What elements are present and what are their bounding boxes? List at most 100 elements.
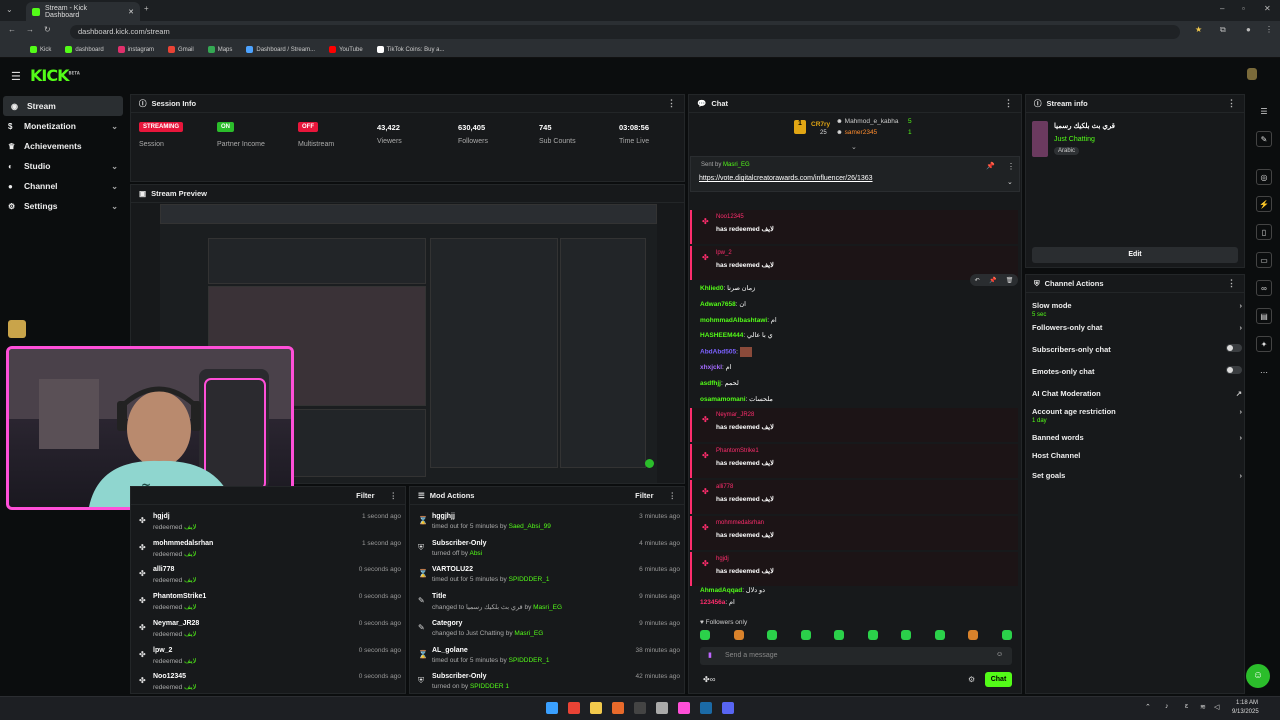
chevron-right-icon[interactable]: › — [1240, 471, 1243, 480]
kick-app-icon[interactable] — [678, 702, 690, 714]
sidebar-item-studio[interactable]: ◐ Studio ⌄ — [0, 156, 126, 176]
chevron-right-icon[interactable]: › — [1240, 301, 1243, 310]
chevron-down-icon[interactable]: ⌄ — [111, 182, 118, 191]
mod-action-target[interactable]: Category — [432, 620, 462, 627]
chevron-up-icon[interactable]: ⌃ — [1145, 703, 1151, 711]
redeem-user[interactable]: mohmmedalsrhan — [716, 520, 764, 526]
pinned-link[interactable]: https://vote.digitalcreatorawards.com/in… — [699, 175, 873, 182]
pinned-menu-icon[interactable]: ⋮ — [1007, 162, 1015, 171]
minimize-icon[interactable]: – — [1220, 4, 1224, 13]
close-window-icon[interactable]: ✕ — [1264, 4, 1271, 13]
chat-username[interactable]: xhxjckl — [700, 364, 722, 371]
sidebar-item-settings[interactable]: ⚙ Settings ⌄ — [0, 196, 126, 216]
mod-actions-filter-button[interactable]: Filter — [635, 491, 653, 500]
mod-action-target[interactable]: Title — [432, 593, 446, 600]
quick-emote-icon[interactable] — [901, 630, 912, 640]
redeem-user[interactable]: Noo12345 — [716, 214, 744, 220]
redeem-user[interactable]: PhantomStrike1 — [716, 448, 759, 454]
sidebar-item-monetization[interactable]: $ Monetization ⌄ — [0, 116, 126, 136]
quick-emote-icon[interactable] — [733, 630, 744, 640]
quick-emote-icon[interactable] — [968, 630, 979, 640]
sidebar-item-achievements[interactable]: ♛ Achievements — [0, 136, 126, 156]
user-avatar[interactable] — [1247, 68, 1257, 80]
sidebar-item-channel[interactable]: ● Channel ⌄ — [0, 176, 126, 196]
chevron-right-icon[interactable]: › — [1240, 407, 1243, 416]
profile-icon[interactable]: ● — [1246, 25, 1251, 34]
bookmark-item[interactable]: Dashboard / Stream... — [246, 46, 315, 53]
redemption-user[interactable]: PhantomStrike1 — [153, 593, 206, 600]
reload-icon[interactable]: ↻ — [44, 25, 51, 34]
top-gifter-name[interactable]: CR7ry — [811, 121, 830, 128]
toggle-switch[interactable] — [1226, 366, 1242, 374]
wifi-icon[interactable]: ≋ — [1200, 703, 1206, 711]
quick-emote-icon[interactable] — [767, 630, 778, 640]
chat-username[interactable]: AbdAbd505 — [700, 349, 736, 356]
hamburger-menu-icon[interactable]: ☰ — [11, 70, 21, 83]
mod-action-target[interactable]: Subscriber-Only — [432, 673, 486, 680]
unpin-icon[interactable]: 📌 — [986, 162, 995, 170]
message-icon[interactable]: ▭ — [1256, 252, 1272, 268]
chat-menu-icon[interactable]: ⋮ — [1004, 98, 1013, 109]
chevron-right-icon[interactable]: › — [1240, 433, 1243, 442]
chat-username[interactable]: Khlied0 — [700, 285, 723, 292]
tab-list-icon[interactable]: ⌄ — [6, 5, 13, 14]
reply-icon[interactable]: ↶ — [975, 277, 980, 284]
channel-action-set-goals[interactable]: Set goals › — [1032, 471, 1242, 480]
collapse-gifters-icon[interactable]: ⌄ — [851, 143, 857, 151]
mod-action-target[interactable]: VARTOLU22 — [432, 566, 473, 573]
chrome-icon[interactable] — [568, 702, 580, 714]
quick-emote-icon[interactable] — [800, 630, 811, 640]
stream-info-menu-icon[interactable]: ⋮ — [1227, 98, 1236, 109]
channel-action-banned-words[interactable]: Banned words › — [1032, 433, 1242, 442]
mod-action-target[interactable]: hggjhjj — [432, 513, 455, 520]
gifter-name[interactable]: Mahmod_e_kabha — [845, 118, 899, 125]
camera-icon[interactable]: ◎ — [1256, 169, 1272, 185]
emoji-icon[interactable]: ☺ — [996, 651, 1003, 658]
obs-icon[interactable] — [634, 702, 646, 714]
channel-actions-menu-icon[interactable]: ⋮ — [1227, 278, 1236, 289]
toggle-switch[interactable] — [1226, 344, 1242, 352]
terminal-icon[interactable] — [656, 702, 668, 714]
channel-action-emotes-only-chat[interactable]: Emotes-only chat — [1032, 366, 1242, 376]
channel-action-slow-mode[interactable]: Slow mode 5 sec › — [1032, 301, 1242, 318]
share-icon[interactable]: ⋯ — [1256, 364, 1272, 380]
quick-emote-icon[interactable] — [1001, 630, 1012, 640]
stream-category[interactable]: Just Chatting — [1054, 136, 1095, 143]
kick-logo[interactable]: KICKBETA — [30, 66, 80, 85]
bookmark-star-icon[interactable]: ★ — [1195, 25, 1202, 34]
chevron-down-icon[interactable]: ⌄ — [111, 162, 118, 171]
channel-action-followers-only-chat[interactable]: Followers-only chat › — [1032, 323, 1242, 332]
lang-icon[interactable]: ε — [1185, 703, 1188, 710]
wrench-icon[interactable]: ✦ — [1256, 336, 1272, 352]
tab-close-icon[interactable]: ✕ — [128, 8, 134, 16]
redemption-user[interactable]: mohmmedalsrhan — [153, 540, 213, 547]
forward-icon[interactable]: → — [26, 25, 34, 34]
chat-input[interactable]: ▮ Send a message ☺ — [700, 647, 1012, 665]
browser-menu-icon[interactable]: ⋮ — [1265, 25, 1273, 34]
quick-emote-icon[interactable] — [934, 630, 945, 640]
url-field[interactable]: dashboard.kick.com/stream — [70, 25, 1180, 39]
bookmark-item[interactable]: TikTok Coins: Buy a... — [376, 46, 444, 53]
redeem-user[interactable]: lpw_2 — [716, 250, 732, 256]
new-tab-icon[interactable]: + — [144, 4, 149, 13]
chevron-down-icon[interactable]: ⌄ — [111, 122, 118, 131]
quick-emote-icon[interactable] — [834, 630, 845, 640]
channel-action-account-age-restriction[interactable]: Account age restriction 1 day › — [1032, 407, 1242, 424]
maximize-icon[interactable]: ▫ — [1242, 4, 1245, 13]
chat-settings-icon[interactable]: ⚙ — [968, 675, 975, 684]
back-icon[interactable]: ← — [8, 25, 16, 34]
file-explorer-icon[interactable] — [590, 702, 602, 714]
external-link-icon[interactable]: ↗ — [1236, 389, 1242, 398]
steam-icon[interactable] — [700, 702, 712, 714]
expand-pinned-icon[interactable]: ⌄ — [1007, 178, 1013, 186]
edit-stream-info-button[interactable]: Edit — [1032, 247, 1238, 263]
mod-action-target[interactable]: Subscriber-Only — [432, 540, 486, 547]
redeem-user[interactable]: alli778 — [716, 484, 733, 490]
chat-username[interactable]: 123456a — [700, 599, 725, 606]
bookmark-item[interactable]: Gmail — [168, 46, 194, 53]
points-icon[interactable]: ✤∞ — [703, 675, 715, 684]
mic-icon[interactable]: ♪ — [1165, 703, 1169, 710]
redemption-user[interactable]: alli778 — [153, 566, 174, 573]
session-menu-icon[interactable]: ⋮ — [667, 98, 676, 109]
windows-start-icon[interactable] — [546, 702, 558, 714]
